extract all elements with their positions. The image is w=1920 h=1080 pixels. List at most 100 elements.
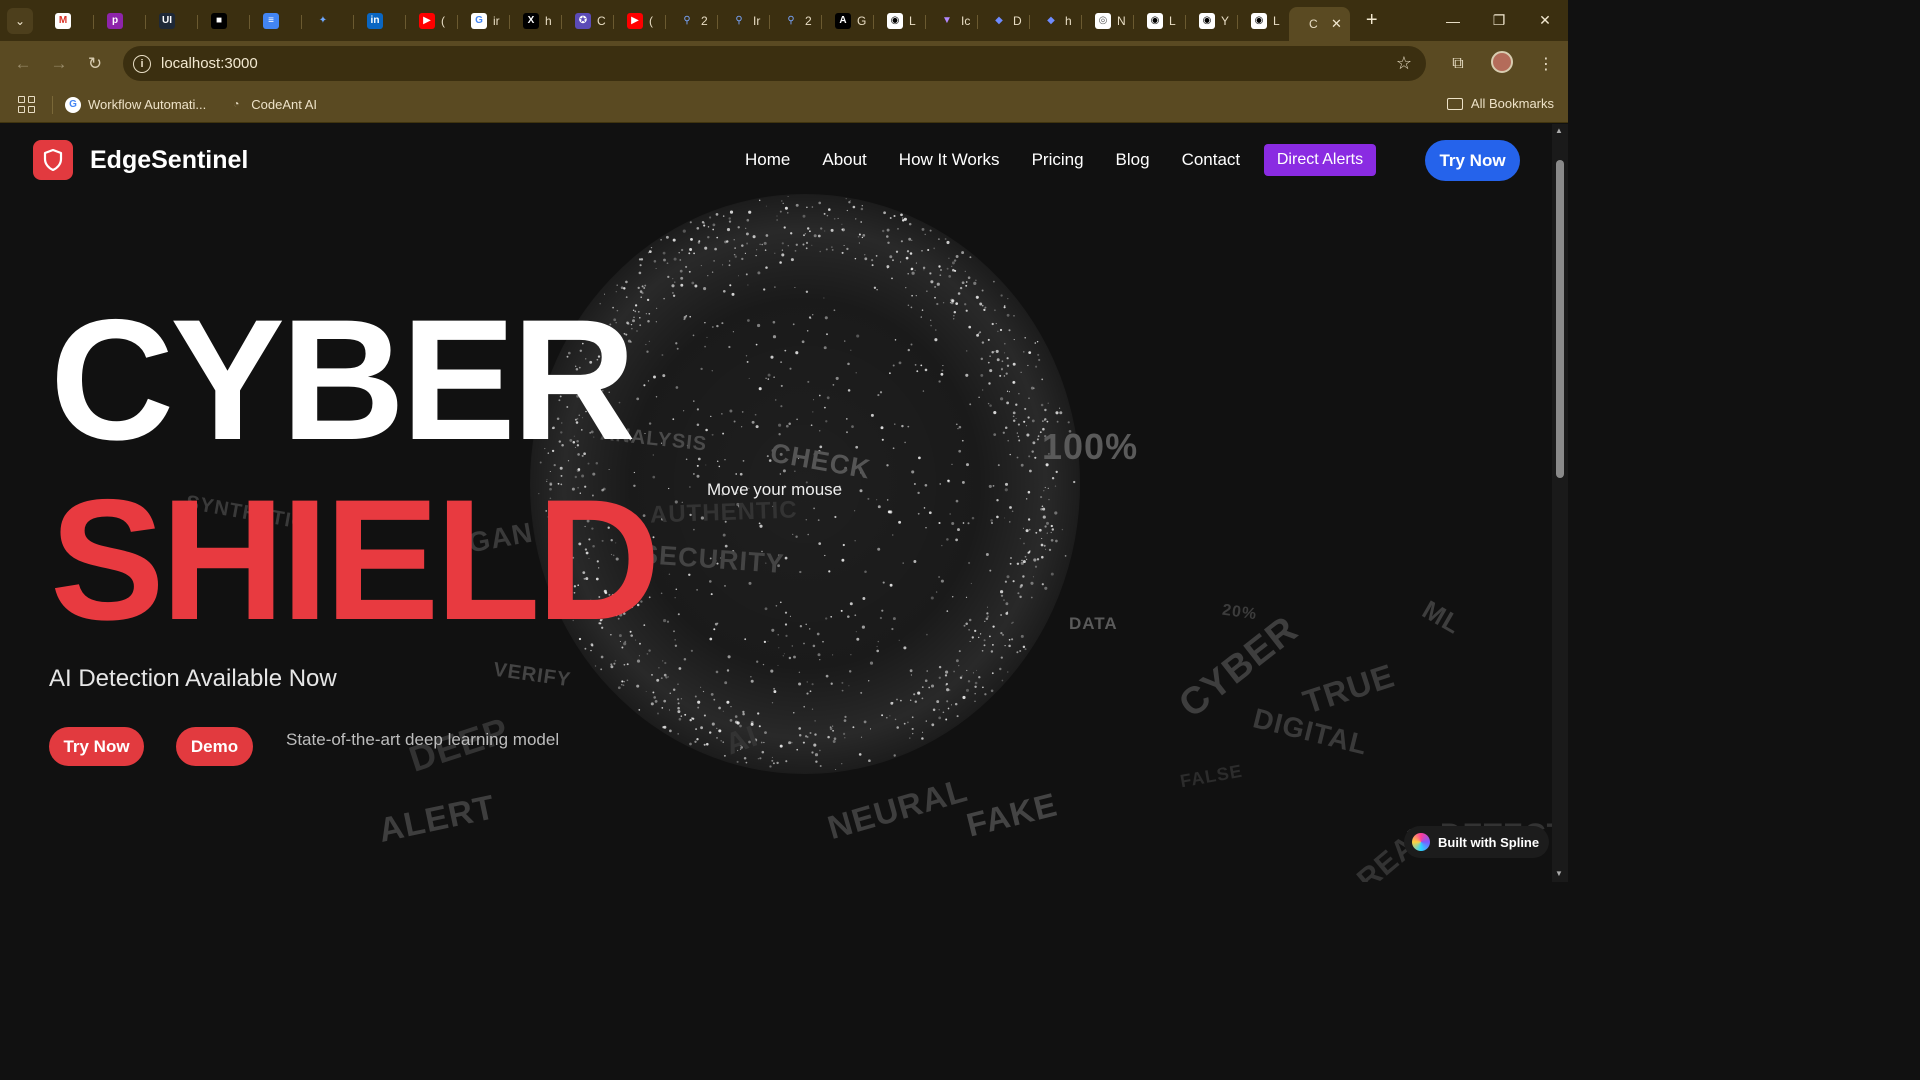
particle-dot [835,768,837,771]
browser-tab[interactable]: ⚲ 2 [665,6,718,36]
particle-dot [854,510,856,512]
particle-dot [1050,572,1054,576]
particle-dot [965,596,968,598]
try-now-header-button[interactable]: Try Now [1425,140,1520,181]
particle-dot [792,533,794,536]
particle-dot [893,754,896,757]
browser-tab[interactable]: C ✕ [1289,7,1350,41]
particle-dot [809,628,811,630]
browser-tab[interactable]: ⚲ Ir [717,6,770,36]
browser-tab[interactable]: ◎ N [1081,6,1134,36]
particle-dot [936,700,940,704]
browser-tab[interactable]: AG [821,6,874,36]
particle-dot [746,360,749,363]
try-now-button[interactable]: Try Now [49,727,144,766]
particle-dot [1018,393,1020,395]
browser-tab[interactable]: ■ [197,6,250,36]
particle-dot [1016,562,1020,566]
bookmark-workflow-automation[interactable]: G Workflow Automati... [65,96,206,113]
all-bookmarks-button[interactable]: All Bookmarks [1446,96,1554,111]
tab-title: h [545,13,552,28]
browser-tab[interactable]: ▶( [613,6,666,36]
particle-dot [988,484,992,488]
particle-dot [646,298,650,302]
browser-tab[interactable]: ◉ L [1133,6,1186,36]
browser-tab[interactable]: p [93,6,146,36]
particle-dot [901,219,905,222]
particle-dot [914,269,916,272]
particle-dot [644,284,647,287]
new-tab-button[interactable]: + [1366,9,1378,32]
particle-dot [953,315,955,317]
particle-dot [809,690,812,693]
browser-tab[interactable]: Xh [509,6,562,36]
nav-how-it-works[interactable]: How It Works [899,150,1000,170]
scroll-up-arrow-icon[interactable]: ▲ [1555,126,1563,135]
page-scrollbar[interactable]: ▲ ▼ [1552,124,1568,882]
shield-logo-icon[interactable] [33,140,73,180]
close-window-button[interactable]: ✕ [1522,0,1568,41]
browser-tab[interactable]: ◉ L [1237,6,1290,36]
particle-dot [621,683,623,686]
browser-tab[interactable]: ▼ Ic [925,6,978,36]
browser-tab[interactable]: ⚲ 2 [769,6,822,36]
browser-tab[interactable]: ◉ L [873,6,926,36]
particle-dot [813,234,817,238]
particle-dot [679,259,682,261]
particle-dot [886,499,889,501]
scrollbar-thumb[interactable] [1556,160,1564,478]
address-bar[interactable]: i localhost:3000 ☆ [123,46,1426,81]
particle-dot [640,296,642,298]
particle-dot [750,679,754,683]
nav-contact[interactable]: Contact [1182,150,1241,170]
close-tab-icon[interactable]: ✕ [1331,16,1342,32]
nav-about[interactable]: About [822,150,866,170]
nav-home[interactable]: Home [745,150,790,170]
forward-button[interactable]: → [41,46,77,82]
nav-pricing[interactable]: Pricing [1032,150,1084,170]
particle-dot [910,267,914,271]
browser-tab[interactable]: ◉ Y [1185,6,1238,36]
tab-search-menu-button[interactable]: ⌄ [7,7,33,34]
built-with-spline-badge[interactable]: Built with Spline [1404,826,1550,858]
particle-dot [756,249,758,251]
particle-dot [926,633,928,636]
address-bar-url[interactable]: localhost:3000 [161,55,258,72]
apps-grid-icon[interactable] [18,95,36,114]
browser-tab[interactable]: ✦ [301,6,354,36]
bookmark-codeant-ai[interactable]: ◔ CodeAnt AI [228,97,317,113]
particle-dot [832,725,834,727]
browser-tab[interactable]: ≡ [249,6,302,36]
particle-dot [953,259,957,262]
particle-dot [814,720,816,722]
browser-menu-icon[interactable]: ⋮ [1524,54,1568,74]
particle-dot [990,650,994,653]
browser-tab[interactable]: in [353,6,406,36]
particle-dot [717,622,719,624]
bookmark-star-icon[interactable]: ☆ [1396,53,1412,74]
site-info-icon[interactable]: i [133,54,151,73]
browser-tab[interactable]: ▶( [405,6,458,36]
browser-tab[interactable]: Gir [457,6,510,36]
scroll-down-arrow-icon[interactable]: ▼ [1555,869,1563,878]
browser-tab[interactable]: M [41,6,94,36]
extensions-icon[interactable]: ⧉ [1436,55,1480,73]
demo-button[interactable]: Demo [176,727,253,766]
back-button[interactable]: ← [5,46,41,82]
profile-avatar[interactable] [1480,50,1524,78]
minimize-button[interactable]: — [1430,0,1476,41]
browser-tab[interactable]: ✪ C [561,6,614,36]
reload-button[interactable]: ↻ [77,46,113,82]
brand-name[interactable]: EdgeSentinel [90,146,248,175]
particle-dot [984,693,987,696]
direct-alerts-button[interactable]: Direct Alerts [1264,144,1376,176]
nav-blog[interactable]: Blog [1116,150,1150,170]
browser-tab[interactable]: ◆ h [1029,6,1082,36]
browser-tab[interactable]: ◆ D [977,6,1030,36]
browser-tab[interactable]: UI [145,6,198,36]
restore-button[interactable]: ❐ [1476,0,1522,41]
particle-dot [791,645,794,647]
particle-dot [772,335,777,339]
particle-dot [1016,651,1019,654]
particle-dot [711,370,713,372]
